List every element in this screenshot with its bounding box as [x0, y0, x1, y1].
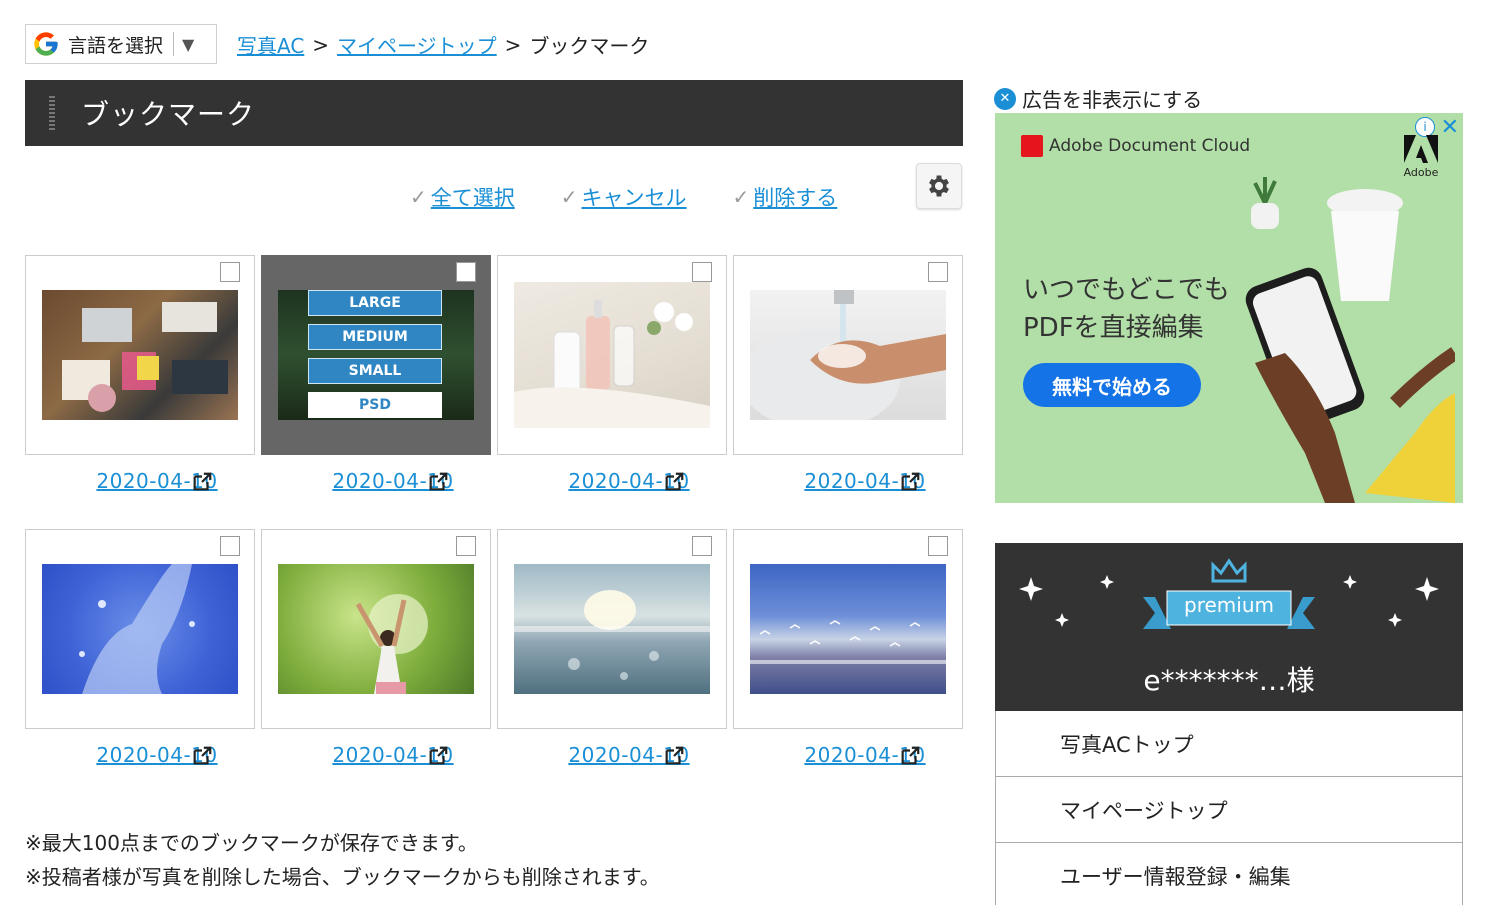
bookmark-card[interactable]	[733, 255, 963, 455]
crown-icon	[1211, 558, 1247, 583]
select-checkbox[interactable]	[692, 536, 712, 556]
hand-washing-thumbnail[interactable]	[750, 290, 946, 420]
premium-panel: premium e*******…様	[995, 543, 1463, 711]
breadcrumb-separator: >	[504, 32, 522, 57]
dropdown-arrow-icon: ▼	[182, 34, 195, 54]
ad-headline-line: いつでもどこでも	[1023, 275, 1230, 305]
acrobat-icon	[1021, 135, 1043, 157]
stretching-woman-photo	[355, 594, 428, 694]
external-link-icon[interactable]	[427, 471, 449, 493]
ad-close-icon[interactable]: ✕	[1441, 115, 1459, 140]
beach-birds-thumbnail[interactable]	[750, 564, 946, 694]
size-small-label: SMALL	[308, 358, 442, 384]
external-link-icon[interactable]	[663, 745, 685, 767]
close-circle-icon: ✕	[994, 87, 1016, 110]
breadcrumb-current: ブックマーク	[529, 34, 650, 58]
adobe-logo: Adobe	[1401, 135, 1441, 179]
grip-icon	[49, 96, 55, 130]
ad-brand: Adobe Document Cloud	[1021, 135, 1250, 157]
external-link-icon[interactable]	[899, 471, 921, 493]
ad-cta-button[interactable]: 無料で始める	[1023, 363, 1201, 407]
divider	[173, 32, 175, 56]
check-icon: ✓	[732, 185, 750, 209]
water-splash-thumbnail[interactable]	[42, 564, 238, 694]
breadcrumb-separator: >	[312, 32, 330, 57]
note-line: ※投稿者様が写真を削除した場合、ブックマークからも削除されます。	[25, 865, 660, 889]
breadcrumb-home-link[interactable]: 写真AC	[237, 30, 304, 59]
settings-button[interactable]	[916, 163, 962, 209]
external-link-icon[interactable]	[191, 745, 213, 767]
google-icon	[32, 30, 60, 58]
select-all-button[interactable]: ✓ 全て選択	[410, 182, 515, 212]
water-splash-photo	[79, 564, 195, 694]
bookmark-card[interactable]	[497, 529, 727, 729]
language-select-label: 言語を選択	[68, 34, 164, 57]
bookmark-actions: ✓ 全て選択 ✓ キャンセル ✓ 削除する	[410, 182, 837, 212]
check-icon: ✓	[410, 185, 427, 209]
sidebar-item-photoac-top[interactable]: 写真ACトップ	[995, 711, 1463, 777]
sparkling-water-thumbnail[interactable]	[514, 564, 710, 694]
select-checkbox[interactable]	[928, 536, 948, 556]
bookmark-card[interactable]	[497, 255, 727, 455]
ad-info-icon[interactable]: i	[1415, 117, 1435, 137]
advertisement[interactable]: Adobe Document Cloud i ✕ Adobe いつでもどこでも …	[995, 113, 1463, 503]
select-checkbox[interactable]	[456, 262, 476, 282]
delete-button[interactable]: ✓ 削除する	[733, 182, 838, 212]
premium-username: e*******…様	[1143, 664, 1315, 697]
cosmetics-thumbnail[interactable]	[514, 282, 710, 428]
select-checkbox[interactable]	[220, 536, 240, 556]
bookmark-card[interactable]	[25, 255, 255, 455]
breadcrumb-mypage-link[interactable]: マイページトップ	[337, 30, 497, 59]
premium-badge-label: premium	[1184, 593, 1274, 617]
cancel-button[interactable]: ✓ キャンセル	[561, 182, 687, 212]
size-large-label: LARGE	[308, 290, 442, 316]
hand-washing-photo	[750, 290, 946, 420]
sidebar-item-mypage-top[interactable]: マイページトップ	[995, 777, 1463, 843]
external-link-icon[interactable]	[427, 745, 449, 767]
hide-ad-label: 広告を非表示にする	[1022, 88, 1203, 112]
bookmark-card[interactable]	[25, 529, 255, 729]
page-heading-bar: ブックマーク	[25, 80, 963, 146]
bookmark-card[interactable]	[261, 529, 491, 729]
plant-illustration	[1251, 177, 1279, 229]
size-medium-label: MEDIUM	[308, 324, 442, 350]
hide-ad-link[interactable]: ✕ 広告を非表示にする	[994, 84, 1202, 113]
sidebar-menu: 写真ACトップ マイページトップ ユーザー情報登録・編集	[995, 711, 1463, 905]
language-select[interactable]: 言語を選択 ▼	[25, 24, 217, 64]
breadcrumb: 写真AC > マイページトップ > ブックマーク	[237, 30, 649, 59]
cancel-label: キャンセル	[581, 186, 687, 210]
select-checkbox[interactable]	[456, 536, 476, 556]
external-link-icon[interactable]	[191, 471, 213, 493]
sparkling-water-photo	[514, 590, 710, 680]
cosmetics-bottles-photo	[514, 300, 710, 428]
gear-icon	[929, 175, 949, 197]
adobe-logo-text: Adobe	[1403, 166, 1439, 179]
adobe-logo-icon	[1404, 135, 1438, 163]
phone-hand-illustration	[1245, 267, 1455, 503]
external-link-icon[interactable]	[899, 745, 921, 767]
check-icon: ✓	[560, 185, 578, 209]
select-checkbox[interactable]	[220, 262, 240, 282]
sidebar-item-user-info[interactable]: ユーザー情報登録・編集	[995, 843, 1463, 905]
page-title: ブックマーク	[81, 98, 256, 131]
beach-birds-photo	[750, 620, 946, 664]
ad-headline: いつでもどこでも PDFを直接編集	[1023, 271, 1230, 347]
size-psd-label: PSD	[308, 392, 442, 418]
note-line: ※最大100点までのブックマークが保存できます。	[25, 831, 478, 855]
select-checkbox[interactable]	[692, 262, 712, 282]
delete-label: 削除する	[753, 186, 838, 210]
stretching-woman-thumbnail[interactable]	[278, 564, 474, 694]
bookmark-card-selected[interactable]: LARGE MEDIUM SMALL PSD	[261, 255, 491, 455]
office-desk-photo	[62, 302, 228, 412]
ad-brand-label: Adobe Document Cloud	[1049, 136, 1251, 156]
size-options-thumbnail[interactable]: LARGE MEDIUM SMALL PSD	[278, 290, 474, 420]
bookmark-card[interactable]	[733, 529, 963, 729]
ad-headline-line: PDFを直接編集	[1023, 313, 1204, 343]
bookmark-notes: ※最大100点までのブックマークが保存できます。 ※投稿者様が写真を削除した場合…	[25, 826, 660, 894]
office-desk-thumbnail[interactable]	[42, 290, 238, 420]
external-link-icon[interactable]	[663, 471, 685, 493]
select-all-label: 全て選択	[430, 186, 515, 210]
select-checkbox[interactable]	[928, 262, 948, 282]
